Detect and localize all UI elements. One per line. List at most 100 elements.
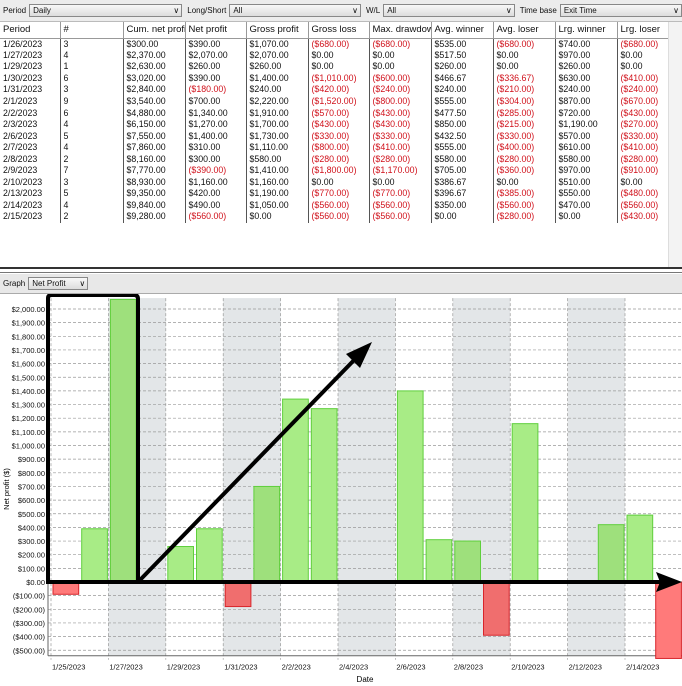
- table-row[interactable]: 2/15/2023 2 $9,280.00 ($560.00) $0.00 ($560.0…: [0, 211, 669, 223]
- column-header[interactable]: Gross loss: [308, 22, 370, 39]
- bar-2/3/2023: [310, 408, 338, 583]
- table-row[interactable]: 1/29/2023 1 $2,630.00 $260.00 $260.00 $0.00 $0…: [0, 61, 669, 73]
- table-cell: $0.00: [493, 61, 556, 73]
- table-cell: 2/10/2023: [0, 176, 61, 189]
- table-cell: ($330.00): [308, 130, 370, 142]
- table-row[interactable]: 2/2/2023 6 $4,880.00 $1,340.00 $1,910.00 ($57…: [0, 107, 669, 119]
- period-select[interactable]: Daily ∨: [29, 4, 183, 17]
- column-header[interactable]: Net profit: [185, 22, 247, 39]
- table-cell: ($430.00): [369, 118, 432, 131]
- table-cell: ($680.00): [617, 38, 669, 50]
- table-cell: $1,190.00: [555, 118, 618, 131]
- y-tick-label: ($300.00): [13, 619, 46, 628]
- bar-2/13/2023: [597, 524, 625, 583]
- table-cell: $310.00: [185, 141, 247, 154]
- table-cell: $0.00: [493, 176, 556, 189]
- table-row[interactable]: 2/10/2023 3 $8,930.00 $1,160.00 $1,160.00 $0.…: [0, 176, 669, 189]
- table-cell: $386.67: [431, 176, 494, 189]
- y-tick-label: $800.00: [18, 469, 45, 478]
- column-header[interactable]: Avg. loser: [493, 22, 556, 39]
- table-cell: ($410.00): [369, 141, 432, 154]
- column-header[interactable]: Gross profit: [246, 22, 309, 39]
- table-cell: $260.00: [555, 61, 618, 73]
- table-cell: $300.00: [185, 153, 247, 166]
- y-tick-label: $400.00: [18, 523, 45, 532]
- timebase-select[interactable]: Exit Time ∨: [559, 4, 682, 17]
- table-cell: $2,840.00: [123, 84, 186, 96]
- table-cell: $2,630.00: [123, 61, 186, 73]
- table-cell: $1,400.00: [246, 72, 309, 85]
- column-header[interactable]: Avg. winner: [431, 22, 494, 39]
- table-cell: $2,070.00: [185, 49, 247, 62]
- column-header[interactable]: Max. drawdow: [369, 22, 432, 39]
- table-row[interactable]: 2/1/2023 9 $3,540.00 $700.00 $2,220.00 ($1,52…: [0, 95, 669, 108]
- table-cell: $6,150.00: [123, 118, 186, 131]
- x-tick-label: 1/31/2023: [224, 663, 257, 672]
- y-tick-label: ($500.00): [13, 646, 46, 655]
- chevron-down-icon: ∨: [505, 6, 512, 15]
- table-cell: 3: [60, 84, 124, 96]
- table-cell: 2/13/2023: [0, 188, 61, 200]
- column-header[interactable]: #: [60, 22, 124, 39]
- table-cell: 6: [60, 107, 124, 119]
- table-row[interactable]: 2/6/2023 5 $7,550.00 $1,400.00 $1,730.00 ($33…: [0, 130, 669, 142]
- column-header[interactable]: Period: [0, 22, 61, 39]
- table-cell: $240.00: [431, 84, 494, 96]
- table-cell: $0.00: [555, 211, 618, 223]
- splitter[interactable]: [0, 267, 682, 273]
- table-cell: ($360.00): [493, 165, 556, 177]
- table-cell: $720.00: [555, 107, 618, 119]
- table-cell: $9,280.00: [123, 211, 186, 223]
- table-row[interactable]: 1/31/2023 3 $2,840.00 ($180.00) $240.00 ($420…: [0, 84, 669, 96]
- table-cell: $0.00: [369, 176, 432, 189]
- x-tick-label: 2/6/2023: [396, 663, 425, 672]
- longshort-value: All: [233, 6, 243, 15]
- weekend-band: [567, 298, 625, 656]
- table-cell: $610.00: [555, 141, 618, 154]
- table-cell: ($560.00): [493, 199, 556, 212]
- y-tick-label: $900.00: [18, 455, 45, 464]
- column-header[interactable]: Cum. net profi: [123, 22, 186, 39]
- table-cell: $350.00: [431, 199, 494, 212]
- graph-select[interactable]: Net Profit ∨: [28, 277, 89, 290]
- column-header[interactable]: Lrg. loser: [617, 22, 669, 39]
- table-cell: $7,860.00: [123, 141, 186, 154]
- bar-2/15/2023: [655, 581, 682, 659]
- bar-2/6/2023: [396, 390, 424, 583]
- table-row[interactable]: 2/9/2023 7 $7,770.00 ($390.00) $1,410.00 ($1,…: [0, 165, 669, 177]
- table-row[interactable]: 2/8/2023 2 $8,160.00 $300.00 $580.00 ($280.00…: [0, 153, 669, 166]
- x-tick-label: 1/25/2023: [52, 663, 85, 672]
- longshort-select[interactable]: All ∨: [229, 4, 361, 17]
- table-cell: 9: [60, 95, 124, 108]
- wl-value: All: [387, 6, 397, 15]
- table-cell: ($410.00): [617, 72, 669, 85]
- table-cell: ($385.00): [493, 188, 556, 200]
- table-cell: ($570.00): [308, 107, 370, 119]
- table-row[interactable]: 2/7/2023 4 $7,860.00 $310.00 $1,110.00 ($800.…: [0, 141, 669, 154]
- table-row[interactable]: 1/30/2023 6 $3,020.00 $390.00 $1,400.00 ($1,0…: [0, 72, 669, 85]
- x-tick-label: 2/12/2023: [569, 663, 602, 672]
- table-cell: ($240.00): [369, 84, 432, 96]
- table-row[interactable]: 2/14/2023 4 $9,840.00 $490.00 $1,050.00 ($560…: [0, 199, 669, 212]
- table-cell: ($430.00): [617, 107, 669, 119]
- table-cell: $470.00: [555, 199, 618, 212]
- table-cell: ($430.00): [369, 107, 432, 119]
- y-tick-label: ($400.00): [13, 633, 46, 642]
- table-row[interactable]: 1/27/2023 4 $2,370.00 $2,070.00 $2,070.00 $0.…: [0, 49, 669, 62]
- table-cell: $477.50: [431, 107, 494, 119]
- table-row[interactable]: 2/3/2023 4 $6,150.00 $1,270.00 $1,700.00 ($43…: [0, 118, 669, 131]
- table-cell: ($910.00): [617, 165, 669, 177]
- column-header[interactable]: Lrg. winner: [555, 22, 618, 39]
- table-row[interactable]: 2/13/2023 5 $9,350.00 $420.00 $1,190.00 ($770…: [0, 188, 669, 200]
- table-cell: ($330.00): [493, 130, 556, 142]
- table-cell: $1,070.00: [246, 38, 309, 50]
- table-cell: $1,700.00: [246, 118, 309, 131]
- wl-select[interactable]: All ∨: [383, 4, 515, 17]
- table-cell: $0.00: [431, 211, 494, 223]
- table-scrollbar[interactable]: [668, 22, 682, 267]
- table-cell: $3,020.00: [123, 72, 186, 85]
- table-cell: 3: [60, 38, 124, 50]
- table-row[interactable]: 1/26/2023 3 $300.00 $390.00 $1,070.00 ($680.0…: [0, 38, 669, 50]
- y-tick-label: $700.00: [18, 482, 45, 491]
- y-tick-label: $1,300.00: [12, 401, 45, 410]
